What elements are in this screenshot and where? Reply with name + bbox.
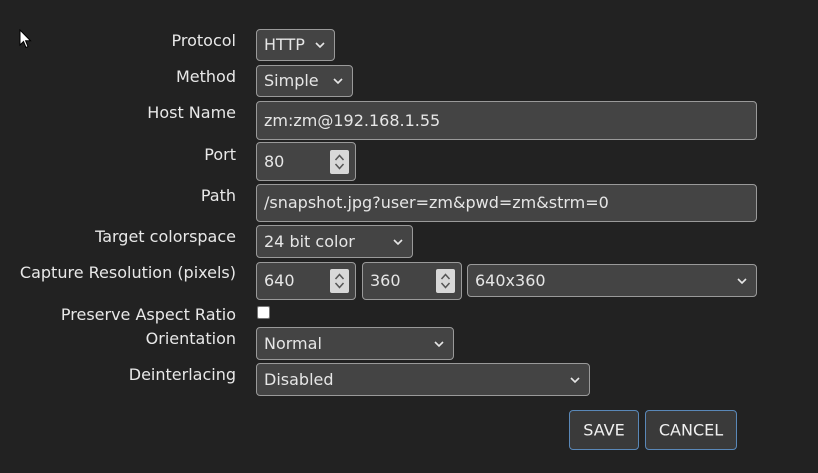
path-input[interactable]: /snapshot.jpg?user=zm&pwd=zm&strm=0 bbox=[256, 184, 757, 222]
chevron-down-icon bbox=[570, 376, 580, 383]
capture-resolution-preset-value: 640x360 bbox=[475, 270, 546, 290]
capture-width-value: 640 bbox=[264, 271, 295, 290]
preserve-aspect-ratio-checkbox[interactable] bbox=[257, 306, 270, 319]
spinner-arrows-icon[interactable] bbox=[436, 269, 455, 293]
orientation-select[interactable]: Normal bbox=[256, 327, 454, 360]
spinner-arrows-icon[interactable] bbox=[330, 149, 349, 174]
port-value: 80 bbox=[264, 151, 285, 171]
mouse-cursor-icon bbox=[19, 29, 32, 49]
chevron-down-icon bbox=[737, 277, 747, 284]
protocol-select[interactable]: HTTP bbox=[256, 29, 335, 61]
port-input[interactable]: 80 bbox=[256, 142, 356, 181]
target-colorspace-label: Target colorspace bbox=[95, 227, 236, 246]
capture-height-input[interactable]: 360 bbox=[362, 262, 462, 300]
orientation-label: Orientation bbox=[145, 329, 236, 348]
method-value: Simple bbox=[264, 71, 319, 90]
save-button-label: SAVE bbox=[583, 420, 625, 440]
deinterlacing-label: Deinterlacing bbox=[128, 365, 236, 384]
cancel-button-label: CANCEL bbox=[658, 420, 724, 440]
deinterlacing-select[interactable]: Disabled bbox=[256, 363, 590, 396]
chevron-down-icon bbox=[315, 42, 325, 49]
port-label: Port bbox=[204, 145, 236, 164]
capture-resolution-label: Capture Resolution (pixels) bbox=[19, 263, 236, 282]
cancel-button[interactable]: CANCEL bbox=[645, 410, 737, 450]
method-label: Method bbox=[175, 67, 236, 86]
deinterlacing-value: Disabled bbox=[264, 369, 334, 389]
capture-width-input[interactable]: 640 bbox=[256, 262, 356, 300]
chevron-down-icon bbox=[333, 78, 343, 85]
path-value: /snapshot.jpg?user=zm&pwd=zm&strm=0 bbox=[264, 193, 609, 212]
spinner-arrows-icon[interactable] bbox=[330, 269, 349, 293]
monitor-source-form: Protocol HTTP Method Simple Host Name zm… bbox=[0, 0, 818, 473]
protocol-value: HTTP bbox=[264, 35, 305, 54]
preserve-aspect-ratio-label: Preserve Aspect Ratio bbox=[60, 305, 236, 324]
host-name-label: Host Name bbox=[147, 103, 236, 122]
chevron-down-icon bbox=[393, 238, 403, 245]
host-name-value: zm:zm@192.168.1.55 bbox=[264, 110, 441, 130]
path-label: Path bbox=[200, 186, 236, 205]
method-select[interactable]: Simple bbox=[256, 65, 353, 97]
target-colorspace-value: 24 bit color bbox=[264, 231, 355, 251]
capture-resolution-preset-select[interactable]: 640x360 bbox=[467, 264, 757, 297]
save-button[interactable]: SAVE bbox=[569, 410, 639, 450]
host-name-input[interactable]: zm:zm@192.168.1.55 bbox=[256, 101, 757, 140]
target-colorspace-select[interactable]: 24 bit color bbox=[256, 225, 413, 258]
orientation-value: Normal bbox=[264, 333, 322, 353]
protocol-label: Protocol bbox=[171, 31, 236, 50]
capture-height-value: 360 bbox=[370, 271, 401, 290]
chevron-down-icon bbox=[434, 340, 444, 347]
